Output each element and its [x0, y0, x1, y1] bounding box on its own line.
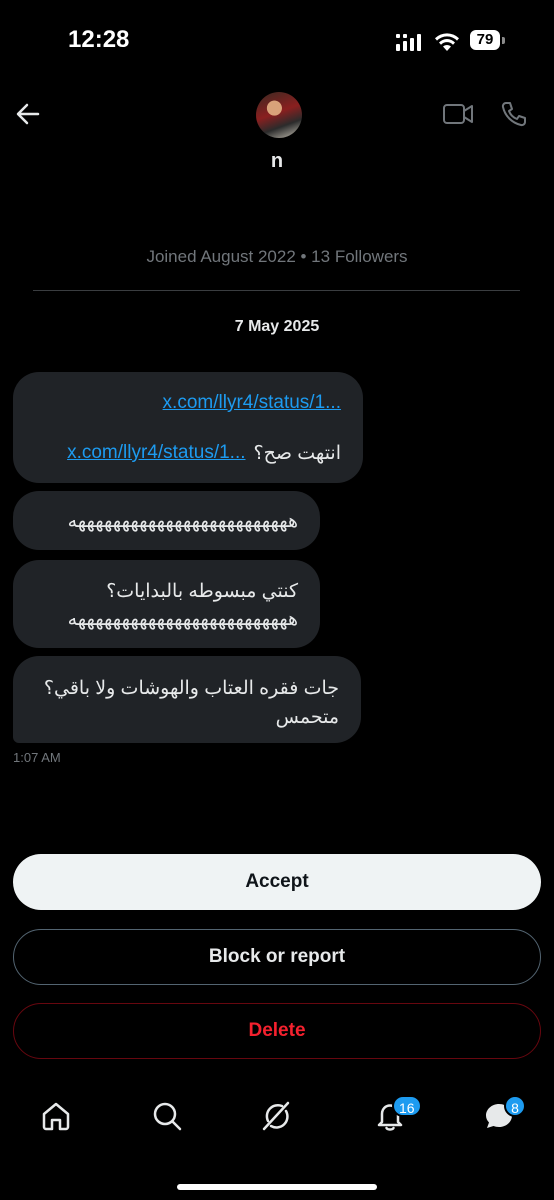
search-icon[interactable]	[151, 1100, 183, 1132]
profile-joined-info: Joined August 2022 • 13 Followers	[146, 247, 408, 266]
block-or-report-button[interactable]: Block or report	[13, 929, 541, 985]
status-time: 12:28	[68, 26, 130, 53]
message-text-line: جات فقره العتاب والهوشات ولا باقي؟	[43, 678, 339, 699]
battery-indicator: 79	[470, 30, 506, 52]
conversation-name: n	[270, 150, 284, 172]
message-link[interactable]: x.com/llyr4/status/1...	[67, 442, 245, 465]
wifi-icon	[435, 33, 459, 51]
accept-button[interactable]: Accept	[13, 854, 541, 910]
phone-call-icon[interactable]	[500, 100, 528, 128]
message-timestamp: 1:07 AM	[13, 750, 61, 765]
home-indicator	[177, 1184, 377, 1190]
home-icon[interactable]	[40, 1100, 72, 1132]
message-text-line: كنتي مبسوطه بالبدايات؟	[106, 581, 298, 602]
battery-level: 79	[470, 30, 500, 50]
notifications-badge: 16	[392, 1095, 422, 1117]
message-text-line: هههههههههههههههههههههههههه	[67, 609, 299, 630]
avatar[interactable]	[256, 92, 302, 138]
message-link[interactable]: x.com/llyr4/status/1...	[163, 392, 341, 414]
message-bubble: x.com/llyr4/status/1... انتهت صح؟ x.com/…	[13, 372, 363, 483]
messages-badge: 8	[504, 1095, 526, 1117]
message-text: انتهت صح؟	[253, 443, 341, 464]
cellular-signal-icon	[396, 34, 421, 51]
message-bubble: هههههههههههههههههههههههههه	[13, 491, 320, 550]
message-bubble: جات فقره العتاب والهوشات ولا باقي؟ متحمس	[13, 656, 361, 743]
grok-icon[interactable]	[260, 1100, 292, 1132]
back-arrow-icon[interactable]	[14, 100, 42, 128]
message-text-line: متحمس	[275, 707, 339, 728]
divider	[33, 290, 520, 291]
message-bubble: كنتي مبسوطه بالبدايات؟ ههههههههههههههههه…	[13, 560, 320, 648]
video-call-icon[interactable]	[442, 101, 474, 127]
message-text: هههههههههههههههههههههههههه	[67, 511, 299, 532]
delete-button[interactable]: Delete	[13, 1003, 541, 1059]
conversation-date: 7 May 2025	[234, 318, 320, 335]
